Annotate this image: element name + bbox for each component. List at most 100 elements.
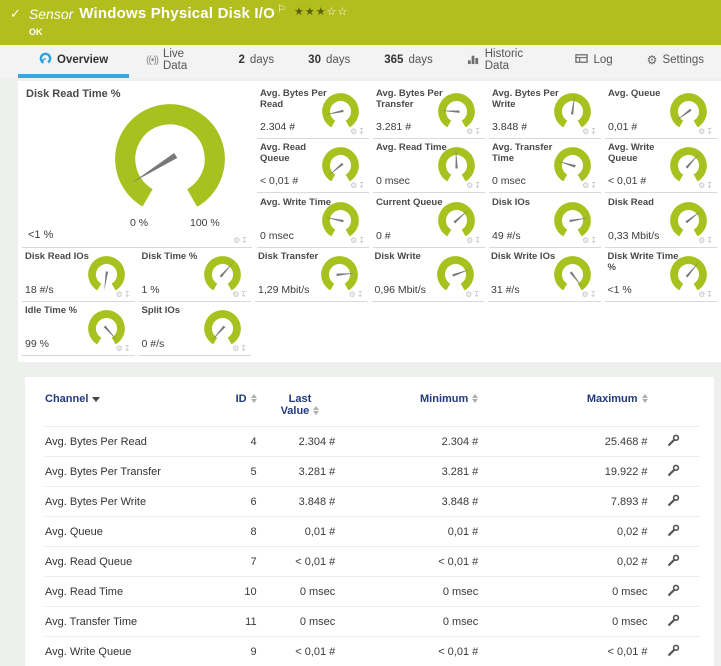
gear-icon[interactable]: ⚙ (116, 344, 124, 353)
edit-channel-button[interactable] (667, 494, 680, 510)
tab-365-days[interactable]: 365days (367, 45, 449, 78)
gauge-value: 0 msec (492, 175, 526, 187)
cell-minimum: 3.281 # (349, 457, 478, 487)
gauge-value: 0,01 # (608, 121, 637, 133)
gauge-value: 2.304 # (260, 121, 295, 133)
edit-channel-button[interactable] (667, 644, 680, 660)
edit-channel-button[interactable] (667, 524, 680, 540)
pin-icon[interactable]: ↧ (474, 181, 482, 190)
pin-icon[interactable]: ↧ (706, 290, 714, 299)
pin-icon[interactable]: ↧ (590, 181, 598, 190)
col-header-minimum[interactable]: Minimum (349, 381, 478, 427)
gauge-tile: Disk Transfer1,29 Mbit/s⚙↧ (255, 248, 368, 302)
tab-label: Settings (662, 54, 704, 66)
chart-icon (467, 52, 480, 68)
gauge-value: 0 msec (260, 230, 294, 242)
col-header-maximum[interactable]: Maximum (478, 381, 647, 427)
gauge-tile: Disk Write0,96 Mbit/s⚙↧ (372, 248, 485, 302)
gauge-tile: Disk Time %1 %⚙↧ (139, 248, 252, 302)
tile-actions: ⚙↧ (350, 181, 366, 190)
tile-actions: ⚙↧ (233, 236, 249, 245)
gauge-value: 0 #/s (142, 338, 165, 350)
sort-icon (251, 394, 257, 403)
pin-icon[interactable]: ↧ (357, 290, 365, 299)
pin-icon[interactable]: ↧ (124, 344, 132, 353)
pin-icon[interactable]: ↧ (358, 181, 366, 190)
pin-icon[interactable]: ↧ (241, 236, 249, 245)
tile-actions: ⚙↧ (350, 127, 366, 136)
log-icon (575, 52, 588, 68)
tab-30-days[interactable]: 30days (291, 45, 367, 78)
channel-table-panel: ChannelIDLastValueMinimumMaximum Avg. By… (25, 377, 714, 666)
pin-icon[interactable]: ↧ (706, 127, 714, 136)
edit-channel-button[interactable] (667, 554, 680, 570)
pin-icon[interactable]: ↧ (706, 181, 714, 190)
gauge-dial (554, 256, 591, 293)
gauge-value: 0 # (376, 230, 391, 242)
flag-icon[interactable]: ⚐ (277, 4, 286, 15)
gear-icon[interactable]: ⚙ (116, 290, 124, 299)
col-header-last-value[interactable]: LastValue (257, 381, 350, 427)
tab-number: 30 (308, 54, 321, 66)
pin-icon[interactable]: ↧ (358, 127, 366, 136)
tab-settings[interactable]: ⚙Settings (630, 45, 721, 78)
priority-stars[interactable]: ★★★☆☆ (294, 5, 348, 18)
table-row: Avg. Write Queue9< 0,01 #< 0,01 #< 0,01 … (45, 637, 700, 666)
cell-channel: Avg. Write Queue (45, 637, 214, 666)
edit-channel-button[interactable] (667, 464, 680, 480)
gauge-grid-right: Avg. Bytes Per Read2.304 #⚙↧Avg. Bytes P… (257, 85, 717, 248)
tab-historic-data[interactable]: Historic Data (450, 45, 559, 78)
col-header-id[interactable]: ID (214, 381, 256, 427)
gauge-dial (321, 256, 358, 293)
cell-minimum: 0,01 # (349, 517, 478, 547)
pin-icon[interactable]: ↧ (473, 290, 481, 299)
gauge-value: <1 % (608, 284, 632, 296)
gauge-dial (204, 256, 241, 293)
pin-icon[interactable]: ↧ (590, 290, 598, 299)
gauge-dial (322, 147, 359, 184)
pin-icon[interactable]: ↧ (474, 127, 482, 136)
gauge-tile: Avg. Queue0,01 #⚙↧ (605, 85, 717, 139)
pin-icon[interactable]: ↧ (590, 236, 598, 245)
edit-channel-button[interactable] (667, 434, 680, 450)
cell-maximum: 19.922 # (478, 457, 647, 487)
edit-channel-button[interactable] (667, 584, 680, 600)
sort-icon (642, 394, 648, 403)
gauge-dial (437, 256, 474, 293)
cell-minimum: 2.304 # (349, 427, 478, 457)
pin-icon[interactable]: ↧ (124, 290, 132, 299)
pin-icon[interactable]: ↧ (358, 236, 366, 245)
disk-read-time-gauge (114, 103, 226, 215)
pin-icon[interactable]: ↧ (240, 290, 248, 299)
gauge-value: 18 #/s (25, 284, 54, 296)
gear-icon[interactable]: ⚙ (582, 290, 590, 299)
gauges-panel: Disk Read Time % 0 % 100 % <1 % ⚙↧ Avg. … (18, 81, 721, 362)
tile-actions: ⚙↧ (465, 290, 481, 299)
cell-last-value: 0 msec (257, 577, 350, 607)
col-header-channel[interactable]: Channel (45, 381, 214, 427)
pin-icon[interactable]: ↧ (590, 127, 598, 136)
gauge-tile: Split IOs0 #/s⚙↧ (139, 302, 252, 356)
pin-icon[interactable]: ↧ (474, 236, 482, 245)
tab-log[interactable]: Log (558, 45, 629, 78)
gauge-value: 0 msec (376, 175, 410, 187)
cell-channel: Avg. Read Queue (45, 547, 214, 577)
pin-icon[interactable]: ↧ (240, 344, 248, 353)
gauge-tile: Current Queue0 #⚙↧ (373, 194, 485, 248)
tab-live-data[interactable]: ((•))Live Data (129, 45, 221, 78)
tab-label: days (250, 54, 274, 66)
gauge-dial (88, 256, 125, 293)
gear-icon[interactable]: ⚙ (349, 290, 357, 299)
pin-icon[interactable]: ↧ (706, 236, 714, 245)
cell-channel: Avg. Bytes Per Read (45, 427, 214, 457)
gauge-grid-last: Idle Time %99 %⚙↧Split IOs0 #/s⚙↧ (22, 302, 717, 356)
gauge-dial (670, 256, 707, 293)
gauge-tile: Disk Write IOs31 #/s⚙↧ (488, 248, 601, 302)
edit-channel-button[interactable] (667, 614, 680, 630)
tab-overview[interactable]: Overview (18, 45, 129, 78)
tile-actions: ⚙↧ (466, 236, 482, 245)
gauge-tile: Avg. Write Queue< 0,01 #⚙↧ (605, 139, 717, 193)
cell-channel: Avg. Queue (45, 517, 214, 547)
cell-id: 6 (214, 487, 256, 517)
tab-2-days[interactable]: 2days (221, 45, 291, 78)
